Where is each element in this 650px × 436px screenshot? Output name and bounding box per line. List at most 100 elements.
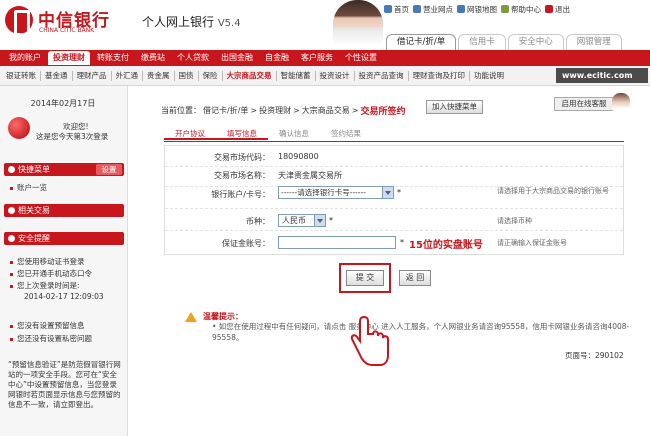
customer-service-avatar — [612, 93, 630, 115]
market-name-label: 交易市场名称： — [214, 171, 270, 180]
hand-pointer-icon — [350, 315, 389, 366]
chevron-down-icon[interactable] — [382, 187, 393, 198]
nav-overseas[interactable]: 出国金融 — [216, 51, 258, 65]
tab-ebank-management[interactable]: 网银管理 — [565, 34, 622, 50]
quick-menu-settings-button[interactable]: 设置 — [96, 164, 122, 175]
chevron-down-icon[interactable] — [314, 215, 325, 226]
security-reminder-label: 安全提醒 — [18, 234, 50, 243]
currency-select[interactable]: 人民币 — [278, 214, 326, 227]
margin-account-label: 保证金账号： — [222, 239, 270, 248]
subnav-smart-savings[interactable]: 智能储蓄 — [277, 71, 316, 81]
subnav-bonds[interactable]: 国债 — [175, 71, 199, 81]
top-link-branches[interactable]: 营业网点 — [413, 3, 453, 15]
required-mark: * — [329, 216, 333, 225]
subnav-insurance[interactable]: 保险 — [199, 71, 223, 81]
main-nav: 我的账户 投资理财 转账支付 缴费站 个人贷款 出国金融 自金融 客户服务 个性… — [4, 51, 382, 65]
sidebar-security-item: 您已开通手机动态口令 — [10, 268, 92, 279]
nav-loans[interactable]: 个人贷款 — [172, 51, 214, 65]
step-agreement: 开户协议 — [164, 127, 216, 140]
sidebar-security-item: 您使用移动证书登录 — [10, 256, 85, 267]
margin-account-input[interactable] — [278, 236, 396, 249]
product-tabs: 借记卡/折/单 信用卡 安全中心 网银管理 — [386, 34, 622, 50]
related-transactions-label: 相关交易 — [18, 206, 50, 215]
required-mark: * — [397, 188, 401, 197]
sidebar-link-reserved-info[interactable]: 您没有设置预留信息 — [10, 320, 85, 331]
related-transactions-header[interactable]: 相关交易 — [4, 204, 124, 217]
tips-text: • 如您在使用过程中有任何疑问，请点击 服务中心 进入人工服务，个人网银业务请咨… — [212, 322, 630, 342]
login-count-text: 这是您今天第3次登录 — [36, 132, 109, 141]
online-service-button[interactable]: 启用在线客服 — [554, 97, 614, 111]
security-reminder-header[interactable]: 安全提醒 — [4, 232, 124, 245]
home-icon — [384, 5, 392, 13]
top-links: 首页 营业网点 网银地图 帮助中心 退出 — [384, 3, 570, 15]
market-code-value: 18090800 — [278, 152, 319, 161]
breadcrumb-item[interactable]: 借记卡/折/单 — [203, 105, 248, 116]
breadcrumb-prefix: 当前位置： — [161, 106, 201, 115]
breadcrumb-item[interactable]: 投资理财 — [259, 105, 291, 116]
sub-nav: 银证转账 基金通 理财产品 外汇通 贵金属 国债 保险 大宗商品交易 智能储蓄 … — [2, 71, 508, 81]
submit-button[interactable]: 提 交 — [346, 270, 384, 286]
last-login-time: 2014-02-17 12:09:03 — [24, 292, 104, 301]
currency-select-value: 人民币 — [282, 216, 306, 225]
nav-self-finance[interactable]: 自金融 — [260, 51, 294, 65]
user-avatar — [8, 117, 30, 139]
progress-steps: 开户协议 填写信息 确认信息 签约结果 — [164, 127, 372, 140]
nav-my-account[interactable]: 我的账户 — [4, 51, 46, 65]
step-fill-info: 填写信息 — [216, 127, 268, 140]
currency-label: 币种： — [246, 217, 270, 226]
subnav-bank-securities[interactable]: 银证转账 — [2, 71, 41, 81]
current-date: 2014年02月17日 — [30, 99, 96, 108]
account-hint: 请选择用于大宗商品交易的银行账号 — [497, 187, 609, 195]
subnav-commodities[interactable]: 大宗商品交易 — [223, 71, 277, 81]
subnav-precious-metals[interactable]: 贵金属 — [143, 71, 175, 81]
account-label: 银行账户/卡号： — [211, 190, 270, 199]
product-version: V5.4 — [217, 18, 241, 29]
subnav-wealth-products[interactable]: 理财产品 — [73, 71, 112, 81]
breadcrumb-separator: > — [351, 106, 359, 115]
top-link-logout[interactable]: 退出 — [545, 3, 570, 15]
nav-investment[interactable]: 投资理财 — [48, 51, 90, 65]
market-name-value: 天津贵金属交易所 — [278, 171, 342, 180]
top-link-home[interactable]: 首页 — [384, 3, 409, 15]
tab-credit-card[interactable]: 信用卡 — [458, 34, 506, 50]
breadcrumb: 当前位置： 借记卡/折/单 > 投资理财 > 大宗商品交易 > 交易所签约 — [161, 104, 406, 117]
nav-customer-service[interactable]: 客户服务 — [296, 51, 338, 65]
subnav-help[interactable]: 功能说明 — [470, 71, 508, 81]
add-quick-menu-button[interactable]: 加入快捷菜单 — [426, 100, 483, 114]
branch-icon — [413, 5, 421, 13]
back-button[interactable]: 返 回 — [399, 270, 431, 286]
subnav-product-query[interactable]: 投资产品查询 — [355, 71, 409, 81]
subnav-investment-design[interactable]: 投资设计 — [316, 71, 355, 81]
sidebar-link-secret-question[interactable]: 您还没有设置私密问题 — [10, 333, 92, 344]
subnav-funds[interactable]: 基金通 — [41, 71, 73, 81]
logout-icon — [545, 5, 553, 13]
annotation-text: 15位的实盘账号 — [409, 240, 483, 251]
top-link-help[interactable]: 帮助中心 — [501, 3, 541, 15]
account-select[interactable]: ------请选择银行卡号------ — [278, 186, 394, 199]
page-number: 页面号：290102 — [565, 351, 624, 360]
site-url: www.ecitic.com — [556, 68, 648, 83]
breadcrumb-current: 交易所签约 — [360, 107, 406, 117]
subnav-forex[interactable]: 外汇通 — [112, 71, 143, 81]
nav-transfer[interactable]: 转账支付 — [92, 51, 134, 65]
subnav-query-print[interactable]: 理财查询及打印 — [409, 71, 470, 81]
market-code-label: 交易市场代码： — [214, 153, 270, 162]
nav-payment[interactable]: 缴费站 — [136, 51, 170, 65]
product-name: 个人网上银行 — [142, 15, 215, 29]
nav-personal-settings[interactable]: 个性设置 — [340, 51, 382, 65]
tab-debit-card[interactable]: 借记卡/折/单 — [386, 34, 457, 50]
breadcrumb-item[interactable]: 大宗商品交易 — [302, 105, 350, 116]
warning-icon — [185, 312, 197, 322]
tab-security-center[interactable]: 安全中心 — [507, 34, 564, 50]
account-select-value: ------请选择银行卡号------ — [281, 188, 366, 197]
quick-menu-label: 快捷菜单 — [18, 165, 50, 174]
currency-hint: 请选择币种 — [497, 217, 532, 225]
sidebar-link-account-overview[interactable]: 账户一览 — [10, 182, 47, 193]
top-link-map[interactable]: 网银地图 — [457, 3, 497, 15]
map-icon — [457, 5, 465, 13]
product-title: 个人网上银行 V5.4 — [142, 13, 241, 30]
help-icon — [501, 5, 509, 13]
steps-divider — [164, 141, 624, 142]
bank-logo-icon[interactable] — [5, 6, 33, 36]
banner-person-image — [333, 0, 383, 45]
